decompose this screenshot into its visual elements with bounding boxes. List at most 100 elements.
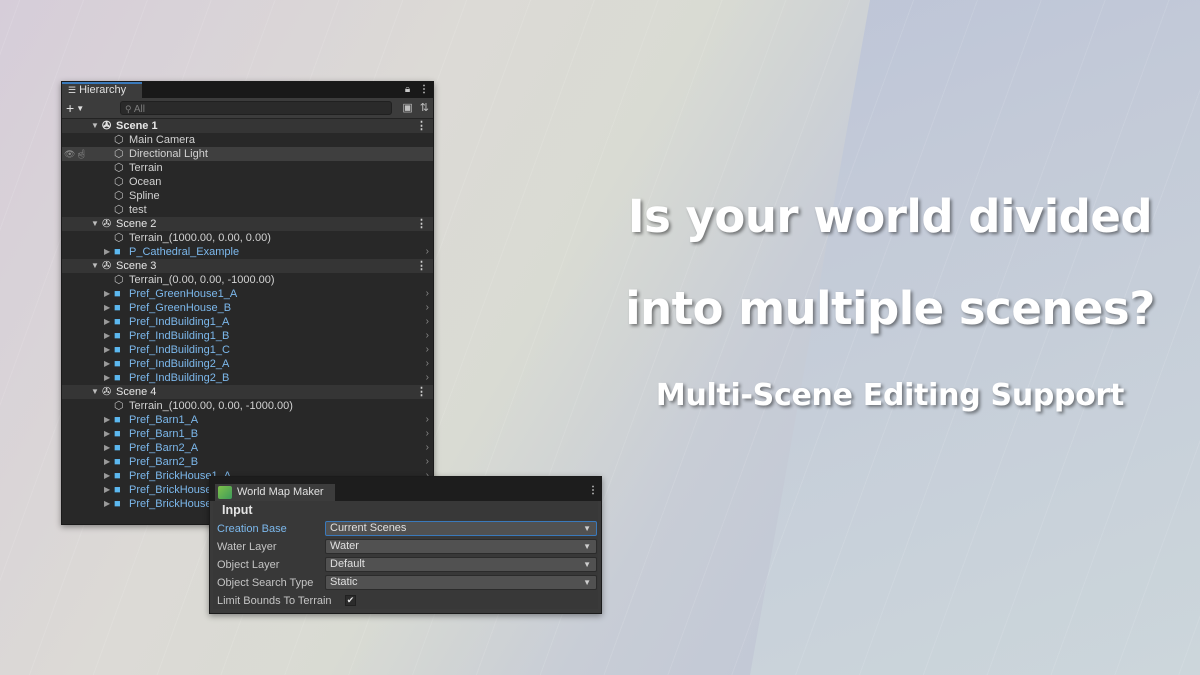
- prefab-row[interactable]: ▶ ■ Pref_IndBuilding2_B ›: [62, 371, 433, 385]
- open-prefab-chevron-icon[interactable]: ›: [426, 343, 429, 357]
- creation-base-dropdown[interactable]: Current Scenes ▼: [325, 521, 597, 536]
- expand-arrow-icon[interactable]: ▶: [104, 441, 110, 455]
- prefab-row[interactable]: ▶ ■ Pref_Barn1_A ›: [62, 413, 433, 427]
- gameobject-row[interactable]: ⬡ Terrain_(1000.00, 0.00, 0.00): [62, 231, 433, 245]
- more-menu-icon[interactable]: ⋮: [419, 84, 429, 95]
- dropdown-arrow-icon: ▼: [583, 542, 591, 551]
- expand-arrow-icon[interactable]: ▶: [104, 329, 110, 343]
- prefab-row[interactable]: ▶ ■ Pref_GreenHouse_B ›: [62, 301, 433, 315]
- gameobject-row[interactable]: ⬡ Ocean: [62, 175, 433, 189]
- expand-arrow-icon[interactable]: ▼: [91, 119, 99, 133]
- limit-bounds-checkbox[interactable]: ✔: [345, 595, 356, 606]
- prefab-row[interactable]: ▶ ■ Pref_GreenHouse1_A ›: [62, 287, 433, 301]
- object-search-type-dropdown[interactable]: Static ▼: [325, 575, 597, 590]
- object-layer-dropdown[interactable]: Default ▼: [325, 557, 597, 572]
- expand-arrow-icon[interactable]: ▼: [91, 259, 99, 273]
- expand-arrow-icon[interactable]: ▼: [91, 385, 99, 399]
- scene-row[interactable]: ▼ ✇ Scene 1 ⋮: [62, 119, 433, 133]
- hierarchy-tab[interactable]: ☰ Hierarchy: [62, 82, 142, 98]
- open-prefab-chevron-icon[interactable]: ›: [426, 455, 429, 469]
- dropdown-arrow-icon: ▼: [583, 560, 591, 569]
- prefab-name: Pref_IndBuilding2_A: [129, 358, 230, 370]
- expand-arrow-icon[interactable]: ▶: [104, 427, 110, 441]
- scene-name: Scene 2: [116, 218, 157, 230]
- expand-arrow-icon[interactable]: ▶: [104, 371, 110, 385]
- expand-arrow-icon[interactable]: ▶: [104, 357, 110, 371]
- gameobject-row[interactable]: ⬡ Terrain: [62, 161, 433, 175]
- search-input[interactable]: ⚲ All: [120, 101, 392, 115]
- scene-menu-icon[interactable]: ⋮: [416, 119, 427, 133]
- scene-visibility-icon[interactable]: ▣: [402, 102, 412, 114]
- prefab-cube-icon: ■: [114, 414, 121, 426]
- prefab-name: Pref_IndBuilding2_B: [129, 372, 230, 384]
- scene-menu-icon[interactable]: ⋮: [416, 259, 427, 273]
- expand-arrow-icon[interactable]: ▶: [104, 413, 110, 427]
- prefab-row[interactable]: ▶ ■ Pref_Barn2_B ›: [62, 455, 433, 469]
- more-menu-icon[interactable]: ⋮: [588, 485, 598, 496]
- expand-arrow-icon[interactable]: ▶: [104, 343, 110, 357]
- gameobject-name: Terrain: [129, 162, 163, 174]
- scene-row[interactable]: ▼ ✇ Scene 2 ⋮: [62, 217, 433, 231]
- prefab-row[interactable]: ▶ ■ Pref_IndBuilding2_A ›: [62, 357, 433, 371]
- expand-arrow-icon[interactable]: ▶: [104, 469, 110, 483]
- prefab-name: Pref_Barn2_B: [129, 456, 199, 468]
- open-prefab-chevron-icon[interactable]: ›: [426, 329, 429, 343]
- object-layer-label: Object Layer: [217, 559, 280, 571]
- scene-menu-icon[interactable]: ⋮: [416, 217, 427, 231]
- world-map-maker-icon: [218, 486, 232, 499]
- hierarchy-tab-bar: ☰ Hierarchy 🔒︎ ⋮: [62, 82, 433, 98]
- water-layer-dropdown[interactable]: Water ▼: [325, 539, 597, 554]
- gameobject-row[interactable]: 👁︎☝︎ ⬡ Directional Light: [62, 147, 433, 161]
- open-prefab-chevron-icon[interactable]: ›: [426, 315, 429, 329]
- wmm-tab[interactable]: World Map Maker: [215, 484, 335, 501]
- gameobject-row[interactable]: ⬡ Terrain_(1000.00, 0.00, -1000.00): [62, 399, 433, 413]
- open-prefab-chevron-icon[interactable]: ›: [426, 301, 429, 315]
- prefab-cube-icon: ■: [114, 316, 121, 328]
- lock-icon[interactable]: 🔒︎: [405, 84, 410, 95]
- open-prefab-chevron-icon[interactable]: ›: [426, 245, 429, 259]
- open-prefab-chevron-icon[interactable]: ›: [426, 413, 429, 427]
- scene-menu-icon[interactable]: ⋮: [416, 385, 427, 399]
- prefab-name: Pref_GreenHouse1_A: [129, 288, 238, 300]
- prefab-row[interactable]: ▶ ■ Pref_Barn1_B ›: [62, 427, 433, 441]
- expand-arrow-icon[interactable]: ▶: [104, 287, 110, 301]
- expand-arrow-icon[interactable]: ▶: [104, 245, 110, 259]
- open-prefab-chevron-icon[interactable]: ›: [426, 441, 429, 455]
- expand-arrow-icon[interactable]: ▶: [104, 483, 110, 497]
- expand-arrow-icon[interactable]: ▶: [104, 315, 110, 329]
- prefab-row[interactable]: ▶ ■ Pref_IndBuilding1_A ›: [62, 315, 433, 329]
- scene-name: Scene 3: [116, 260, 157, 272]
- scene-row[interactable]: ▼ ✇ Scene 4 ⋮: [62, 385, 433, 399]
- sort-icon[interactable]: ⇅: [420, 102, 429, 114]
- prefab-row[interactable]: ▶ ■ P_Cathedral_Example ›: [62, 245, 433, 259]
- prefab-name: P_Cathedral_Example: [129, 246, 240, 258]
- object-layer-value: Default: [330, 558, 365, 570]
- prefab-row[interactable]: ▶ ■ Pref_IndBuilding1_C ›: [62, 343, 433, 357]
- object-search-type-value: Static: [330, 576, 358, 588]
- prefab-name: Pref_Barn2_A: [129, 442, 199, 454]
- scene-row[interactable]: ▼ ✇ Scene 3 ⋮: [62, 259, 433, 273]
- gameobject-row[interactable]: ⬡ Terrain_(0.00, 0.00, -1000.00): [62, 273, 433, 287]
- gameobject-row[interactable]: ⬡ Spline: [62, 189, 433, 203]
- prefab-cube-icon: ■: [114, 288, 121, 300]
- hierarchy-window: ☰ Hierarchy 🔒︎ ⋮ + ▼ ⚲ All ▣ ⇅ ▼ ✇ Scene 1 ⋮ ⬡…: [61, 81, 434, 525]
- water-layer-value: Water: [330, 540, 359, 552]
- gameobject-row[interactable]: ⬡ Main Camera: [62, 133, 433, 147]
- open-prefab-chevron-icon[interactable]: ›: [426, 371, 429, 385]
- expand-arrow-icon[interactable]: ▼: [91, 217, 99, 231]
- prefab-row[interactable]: ▶ ■ Pref_IndBuilding1_B ›: [62, 329, 433, 343]
- visibility-toggle-icon[interactable]: 👁︎☝︎: [64, 147, 87, 161]
- prefab-row[interactable]: ▶ ■ Pref_Barn2_A ›: [62, 441, 433, 455]
- expand-arrow-icon[interactable]: ▶: [104, 497, 110, 511]
- add-object-button[interactable]: + ▼: [66, 99, 84, 118]
- expand-arrow-icon[interactable]: ▶: [104, 301, 110, 315]
- expand-arrow-icon[interactable]: ▶: [104, 455, 110, 469]
- open-prefab-chevron-icon[interactable]: ›: [426, 287, 429, 301]
- gameobject-row[interactable]: ⬡ test: [62, 203, 433, 217]
- headline-line-2: into multiple scenes?: [625, 282, 1155, 335]
- open-prefab-chevron-icon[interactable]: ›: [426, 427, 429, 441]
- prefab-cube-icon: ■: [114, 246, 121, 258]
- prefab-name: Pref_IndBuilding1_C: [129, 344, 230, 356]
- toolbar-right-icons: ▣ ⇅: [402, 100, 429, 116]
- open-prefab-chevron-icon[interactable]: ›: [426, 357, 429, 371]
